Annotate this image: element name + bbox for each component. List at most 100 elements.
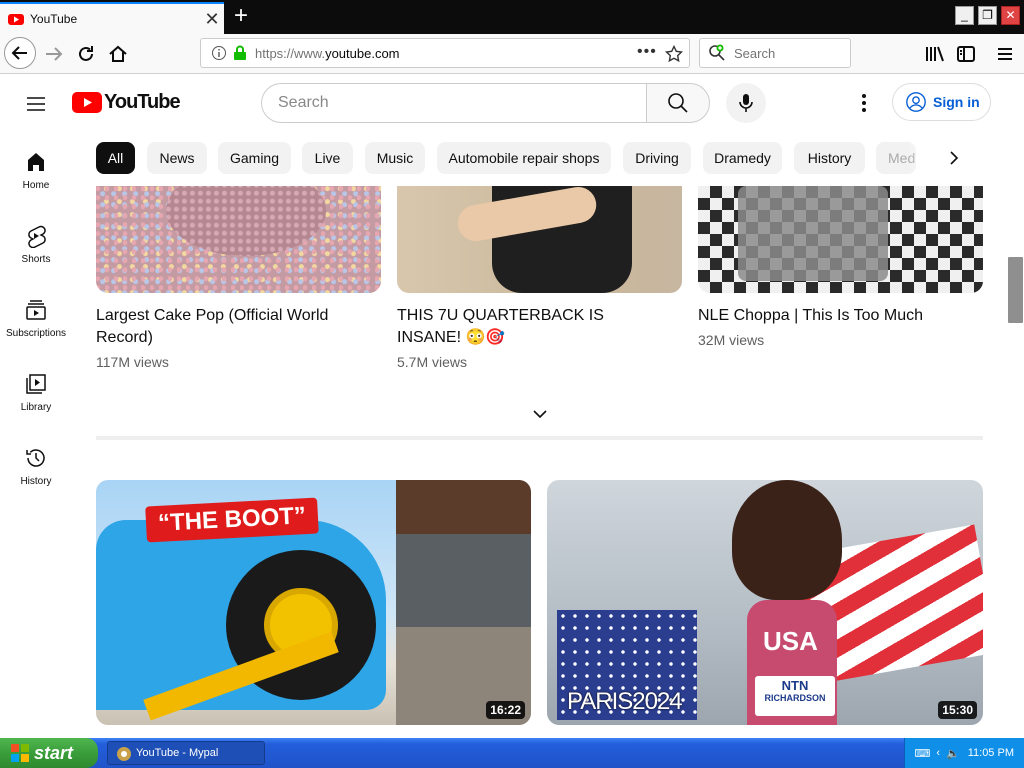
browser-search-box[interactable]: Search — [699, 38, 851, 68]
chip-all[interactable]: All — [96, 142, 135, 174]
sidebar-item-subscriptions[interactable]: Subscriptions — [0, 298, 72, 358]
short-views: 117M views — [96, 354, 169, 370]
page-actions-icon[interactable]: ••• — [637, 43, 657, 61]
url-bar[interactable]: https://www. youtube.com ••• — [200, 38, 690, 68]
taskbar: start YouTube - Mypal ⌨ ‹ 🔈 11:05 PM — [0, 738, 1024, 768]
reload-icon[interactable] — [74, 42, 98, 66]
short-title[interactable]: NLE Choppa | This Is Too Much — [698, 305, 978, 327]
sidebar-item-home[interactable]: Home — [0, 150, 72, 210]
lock-icon — [234, 45, 246, 60]
taskbar-window-button[interactable]: YouTube - Mypal — [107, 741, 265, 765]
account-icon — [906, 92, 926, 112]
chip-driving[interactable]: Driving — [623, 142, 691, 174]
sidebar-toggle-icon[interactable] — [954, 42, 978, 66]
sign-in-label: Sign in — [933, 94, 980, 110]
mypal-browser-icon — [117, 747, 131, 761]
new-tab-button[interactable]: + — [228, 4, 254, 30]
car-shape — [738, 186, 888, 281]
sign-in-button[interactable]: Sign in — [892, 83, 991, 121]
video-duration: 16:22 — [486, 701, 525, 719]
hamburger-menu-icon[interactable] — [993, 42, 1017, 66]
show-more-chevron-icon[interactable] — [528, 404, 552, 424]
keyboard-icon[interactable]: ⌨ — [914, 747, 930, 760]
clock: 11:05 PM — [967, 747, 1014, 759]
start-button[interactable]: start — [0, 738, 98, 768]
voice-search-button[interactable] — [726, 83, 766, 123]
race-bib: NTN RICHARDSON — [755, 676, 835, 716]
sidebar-label-home: Home — [22, 180, 50, 191]
jersey-text: USA — [763, 626, 818, 656]
section-divider — [96, 436, 983, 440]
browser-tab-bar: YouTube ✕ + _ ❐ ✕ — [0, 0, 1024, 34]
youtube-favicon-icon — [8, 14, 24, 25]
video-duration: 15:30 — [938, 701, 977, 719]
volume-icon[interactable]: 🔈 — [946, 747, 960, 760]
sidebar-item-shorts[interactable]: Shorts — [0, 224, 72, 284]
sidebar-label-subscriptions: Subscriptions — [5, 328, 67, 339]
sidebar-label-library: Library — [20, 402, 52, 413]
sidebar-item-library[interactable]: Library — [0, 372, 72, 432]
sidebar-label-history: History — [20, 476, 52, 487]
chip-bar: All News Gaming Live Music Automobile re… — [96, 142, 976, 174]
chip-automobile-repair-shops[interactable]: Automobile repair shops — [437, 142, 611, 174]
back-button[interactable] — [4, 37, 36, 69]
arrow-left-icon — [11, 46, 27, 60]
youtube-logo[interactable]: YouTube — [72, 91, 181, 114]
browser-search-placeholder: Search — [734, 45, 776, 61]
short-views: 5.7M views — [397, 354, 468, 370]
taskbar-window-label: YouTube - Mypal — [136, 747, 219, 759]
short-title[interactable]: THIS 7U QUARTERBACK IS INSANE! 😳🎯 — [397, 305, 672, 349]
bib-name: RICHARDSON — [764, 693, 826, 703]
chip-news[interactable]: News — [147, 142, 207, 174]
video-thumbnail-the-boot[interactable]: “THE BOOT” 16:22 — [96, 480, 531, 725]
chevron-right-icon[interactable] — [942, 146, 966, 170]
search-plus-icon — [709, 44, 725, 61]
chip-live[interactable]: Live — [302, 142, 353, 174]
short-thumbnail-cake-pop[interactable] — [96, 186, 381, 293]
url-protocol: https://www. — [255, 45, 326, 61]
system-tray: ⌨ ‹ 🔈 11:05 PM — [904, 738, 1024, 768]
minimize-button[interactable]: _ — [955, 6, 974, 25]
sidebar-item-history[interactable]: History — [0, 446, 72, 506]
chip-dramedy[interactable]: Dramedy — [703, 142, 782, 174]
microphone-icon — [739, 94, 753, 112]
chip-history[interactable]: History — [794, 142, 865, 174]
restore-button[interactable]: ❐ — [978, 6, 997, 25]
youtube-play-logo-icon — [72, 92, 102, 113]
short-views: 32M views — [698, 332, 765, 348]
library-icon-browser[interactable] — [923, 42, 947, 66]
subscriptions-icon — [26, 300, 46, 320]
athlete-head-shape — [732, 480, 842, 600]
browser-nav-bar: https://www. youtube.com ••• Search — [0, 34, 1024, 74]
chip-gaming[interactable]: Gaming — [218, 142, 291, 174]
browser-tab[interactable]: YouTube ✕ — [0, 2, 224, 34]
tab-close-icon[interactable]: ✕ — [200, 9, 224, 30]
scrollbar-thumb[interactable] — [1008, 257, 1023, 323]
guide-menu-icon[interactable] — [24, 92, 48, 116]
paris-2024-text: PARIS2024 — [567, 688, 683, 715]
video-thumbnail-paris-2024[interactable]: USA NTN RICHARDSON PARIS2024 15:30 — [547, 480, 983, 725]
search-icon — [668, 93, 688, 113]
forward-icon[interactable] — [42, 42, 66, 66]
sidebar-label-shorts: Shorts — [21, 254, 51, 265]
short-thumbnail-quarterback[interactable] — [397, 186, 682, 293]
tray-expand-icon[interactable]: ‹ — [936, 747, 940, 759]
more-options-icon[interactable] — [852, 91, 876, 115]
history-icon — [26, 449, 45, 467]
short-thumbnail-nle-choppa[interactable] — [698, 186, 983, 293]
youtube-logo-text: YouTube — [104, 91, 181, 113]
window-close-button[interactable]: ✕ — [1001, 6, 1020, 25]
shorts-icon — [28, 225, 46, 248]
home-browser-icon[interactable] — [106, 42, 130, 66]
tab-title: YouTube — [30, 12, 78, 26]
info-icon[interactable] — [211, 45, 227, 61]
bookmark-star-icon[interactable] — [665, 45, 683, 63]
youtube-search-input[interactable]: Search — [261, 83, 647, 123]
chip-music[interactable]: Music — [365, 142, 425, 174]
start-label: start — [34, 742, 74, 763]
youtube-search-button[interactable] — [646, 83, 710, 123]
home-icon — [28, 153, 44, 171]
library-icon — [26, 374, 46, 394]
bib-sponsor: NTN — [781, 678, 809, 693]
short-title[interactable]: Largest Cake Pop (Official World Record) — [96, 305, 366, 349]
